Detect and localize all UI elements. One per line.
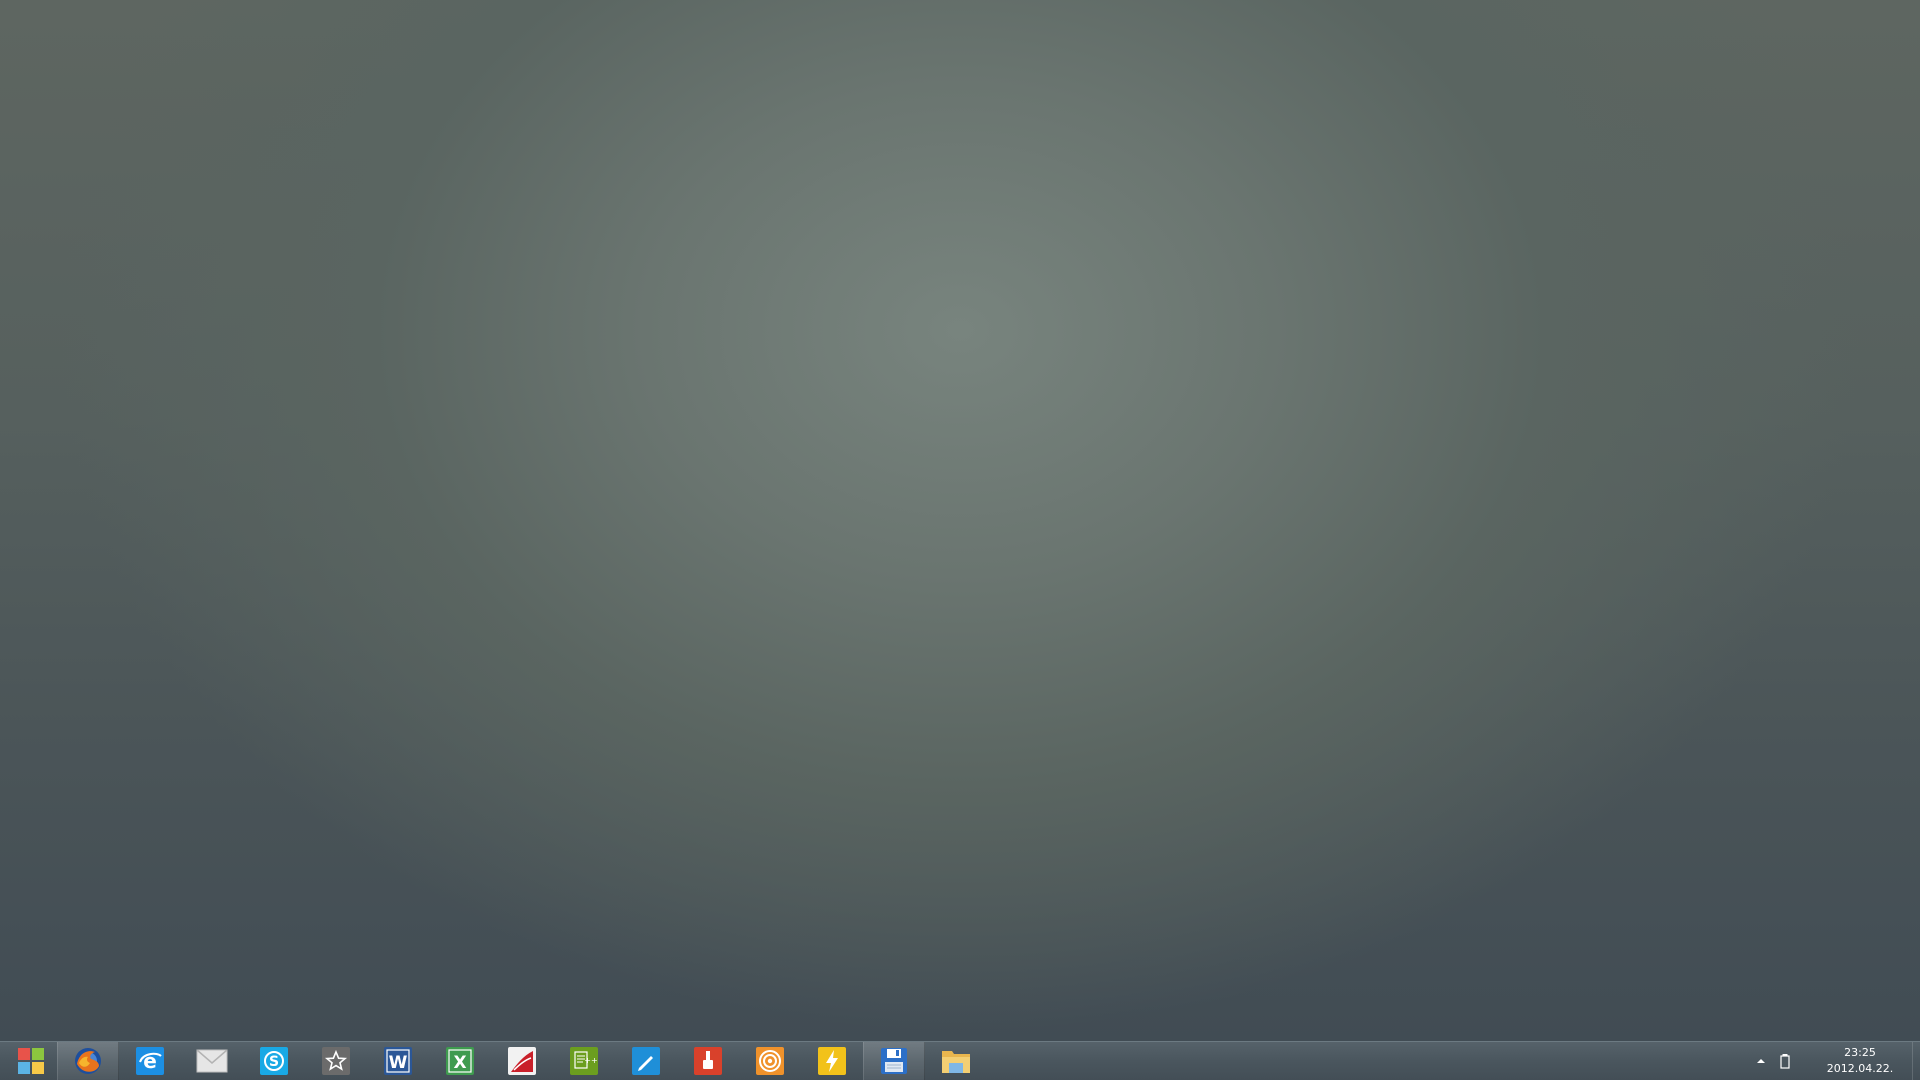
notepad-plus-icon: ++ [570, 1047, 598, 1075]
lightning-icon [818, 1047, 846, 1075]
folder-icon [942, 1051, 970, 1073]
excel-icon: X [446, 1047, 474, 1075]
taskbar-save-app[interactable] [863, 1042, 925, 1080]
usb-drive-icon [1780, 1054, 1790, 1069]
svg-text:X: X [453, 1053, 466, 1073]
firefox-icon [75, 1048, 101, 1074]
clock[interactable]: 23:25 2012.04.22. [1812, 1045, 1908, 1077]
skype-icon: S [260, 1047, 288, 1075]
word-icon: W [384, 1047, 412, 1075]
start-button[interactable] [0, 1042, 62, 1080]
clock-date: 2012.04.22. [1826, 1062, 1894, 1075]
taskbar-excel[interactable]: X [429, 1042, 491, 1080]
taskbar-firefox[interactable] [57, 1042, 119, 1080]
show-hidden-icons-button[interactable] [1754, 1054, 1768, 1068]
svg-text:W: W [389, 1053, 408, 1073]
pencil-icon [632, 1047, 660, 1075]
taskbar-notepad-plus[interactable]: ++ [553, 1042, 615, 1080]
taskbar-flash-app[interactable] [801, 1042, 863, 1080]
taskbar: e S W X ++ 23:25 2012.04.22. [0, 1041, 1920, 1080]
floppy-disk-icon [881, 1048, 907, 1074]
windows-logo-icon [18, 1048, 44, 1074]
chevron-up-icon [1757, 1059, 1765, 1063]
taskbar-paint-brush[interactable] [677, 1042, 739, 1080]
desktop-wallpaper [0, 0, 1920, 1041]
show-desktop-button[interactable] [1912, 1042, 1920, 1080]
paint-brush-icon [694, 1047, 722, 1075]
taskbar-word[interactable]: W [367, 1042, 429, 1080]
target-icon [756, 1047, 784, 1075]
taskbar-mail[interactable] [181, 1042, 243, 1080]
svg-text:e: e [143, 1049, 157, 1073]
internet-explorer-icon: e [136, 1047, 164, 1075]
svg-text:++: ++ [584, 1056, 597, 1065]
taskbar-target-app[interactable] [739, 1042, 801, 1080]
taskbar-acrobat[interactable] [491, 1042, 553, 1080]
taskbar-file-explorer[interactable] [925, 1042, 987, 1080]
svg-text:S: S [269, 1054, 279, 1070]
star-icon [322, 1047, 350, 1075]
safely-remove-hardware-button[interactable] [1778, 1053, 1792, 1069]
envelope-icon [196, 1049, 228, 1073]
acrobat-icon [508, 1047, 536, 1075]
clock-time: 23:25 [1844, 1046, 1876, 1059]
taskbar-skype[interactable]: S [243, 1042, 305, 1080]
taskbar-favorites[interactable] [305, 1042, 367, 1080]
taskbar-internet-explorer[interactable]: e [119, 1042, 181, 1080]
system-tray: 23:25 2012.04.22. [1730, 1042, 1920, 1080]
taskbar-paint-editor[interactable] [615, 1042, 677, 1080]
